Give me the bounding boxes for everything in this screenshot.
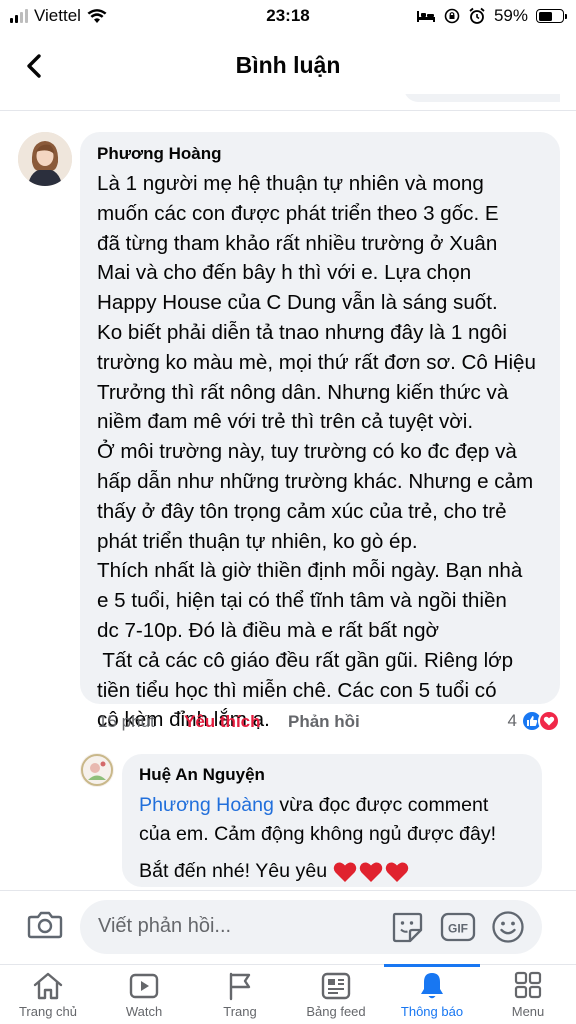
comment-line: niềm đam mê với trẻ thì trên cả tuyệt vờ… — [97, 410, 474, 434]
gif-icon: GIF — [440, 912, 476, 942]
tab-label: Menu — [511, 1004, 545, 1019]
reply-text-line2: của em. Cảm động không ngủ được đây! — [139, 823, 497, 845]
gif-button[interactable]: GIF — [440, 912, 476, 942]
reply-avatar[interactable] — [80, 753, 114, 787]
tab-label: Trang chủ — [18, 1004, 78, 1019]
bell-icon — [421, 973, 443, 999]
comment-line: Happy House của C Dung vẫn là sáng suốt. — [97, 291, 498, 315]
comment-line: trường ko màu mè, mọi thứ rất đơn sơ. Cô… — [97, 350, 536, 374]
reactions-summary[interactable]: 4 — [508, 710, 560, 732]
comment-line: Ko biết phải diễn tả tnao nhưng đây là 1… — [97, 320, 507, 344]
comment-author[interactable]: Phương Hoàng — [97, 144, 544, 164]
comment-bubble: Phương Hoàng Là 1 người mẹ hệ thuận tự n… — [80, 132, 560, 731]
mention-link[interactable]: Phương Hoàng — [139, 794, 274, 816]
bed-icon — [416, 11, 435, 22]
back-button[interactable] — [16, 48, 52, 84]
tab-label: Thông báo — [400, 1004, 464, 1019]
tab-notifications[interactable]: Thông báo — [384, 964, 480, 1024]
menu-grid-icon — [514, 971, 542, 999]
emoji-icon[interactable] — [490, 909, 526, 945]
tab-label: Watch — [125, 1004, 163, 1019]
comment-line: muốn các con được phát triển theo 3 gốc.… — [97, 201, 499, 225]
like-button[interactable]: Yêu thích — [184, 712, 288, 732]
alarm-icon — [469, 7, 485, 24]
reply-body: Phương Hoàng vừa đọc được comment của em… — [139, 791, 526, 849]
home-icon — [33, 972, 63, 1000]
avatar[interactable] — [18, 132, 72, 186]
comment-line: Mai và cho đến bây h thì với e. Lựa chọn — [97, 261, 472, 285]
feed-icon — [321, 972, 351, 1000]
tab-home[interactable]: Trang chủ — [0, 965, 96, 1024]
comment-line: Tất cả các cô giáo đều rất gần gũi. Riên… — [97, 648, 514, 672]
sticker-icon[interactable] — [390, 910, 424, 944]
comment-line: tiền tiểu học thì miễn chê. Các con 5 tu… — [97, 678, 497, 702]
comment-line: Là 1 người mẹ hệ thuận tự nhiên và mong — [97, 172, 484, 195]
comment-line: đã từng tham khảo rất nhiều trường ở Xuâ… — [97, 231, 498, 255]
chevron-left-icon — [27, 54, 41, 78]
camera-button[interactable] — [26, 906, 64, 944]
watch-icon — [129, 973, 159, 999]
bottom-tab-bar: Trang chủ Watch Trang Bảng feed Thông bá… — [0, 964, 576, 1024]
header: Bình luận — [0, 34, 576, 96]
reaction-count: 4 — [507, 711, 517, 730]
comment-line: dc 7-10p. Đó là điều mà e rất bất ngờ — [97, 618, 440, 642]
comment-line: phát triển thuận tự nhiên, ko gò ép. — [97, 529, 418, 553]
tab-pages[interactable]: Trang — [192, 965, 288, 1024]
comment-line: e 5 tuổi, hiện tại có thể tĩnh tâm và ng… — [97, 589, 507, 613]
comment-line: Trưởng thì rất nông dân. Nhưng kiến thức… — [97, 380, 509, 404]
page-title: Bình luận — [235, 52, 341, 78]
comment-body: Là 1 người mẹ hệ thuận tự nhiên và mong m… — [97, 169, 544, 735]
reply-text-line1: vừa đọc được comment — [273, 794, 489, 816]
reply-text-line3: Bắt đến nhé! Yêu yêu — [139, 860, 328, 882]
reply-input[interactable] — [98, 915, 368, 938]
tab-feed[interactable]: Bảng feed — [288, 965, 384, 1024]
tab-label: Trang — [223, 1004, 257, 1019]
tab-watch[interactable]: Watch — [96, 965, 192, 1024]
love-icon — [538, 710, 560, 732]
previous-comment-stub — [40, 94, 560, 104]
reply-bubble: Huệ An Nguyện Phương Hoàng vừa đọc được … — [122, 754, 542, 887]
reply-composer[interactable]: GIF — [80, 900, 542, 954]
comment-line: thấy ở đây tôn trọng cảm xúc của trẻ, ch… — [97, 499, 507, 523]
comment-actions: 15 phút Yêu thích Phản hồi — [98, 712, 360, 732]
camera-icon — [27, 911, 63, 939]
screen-lock-icon — [444, 8, 460, 24]
heart-icon — [333, 862, 357, 882]
heart-icon — [385, 862, 409, 882]
gif-label: GIF — [448, 922, 468, 936]
flag-icon — [229, 972, 251, 1001]
battery-percent: 59% — [493, 6, 528, 25]
divider — [0, 110, 576, 111]
reply-author[interactable]: Huệ An Nguyện — [139, 765, 526, 785]
divider — [0, 890, 576, 891]
tab-menu[interactable]: Menu — [480, 965, 576, 1024]
comment-time: 15 phút — [98, 712, 155, 731]
comment-line: Ở môi trường này, tuy trường có ko đc đẹ… — [97, 440, 517, 464]
comment-line: Thích nhất là giờ thiền định mỗi ngày. B… — [97, 559, 523, 583]
battery-icon — [536, 9, 567, 23]
comment-line: hấp dẫn như những trường khác. Nhưng e c… — [97, 469, 534, 493]
heart-icon — [359, 862, 383, 882]
status-bar: Viettel 23:18 59% — [0, 0, 576, 34]
tab-label: Bảng feed — [306, 1004, 366, 1019]
reply-button[interactable]: Phản hồi — [288, 712, 360, 732]
